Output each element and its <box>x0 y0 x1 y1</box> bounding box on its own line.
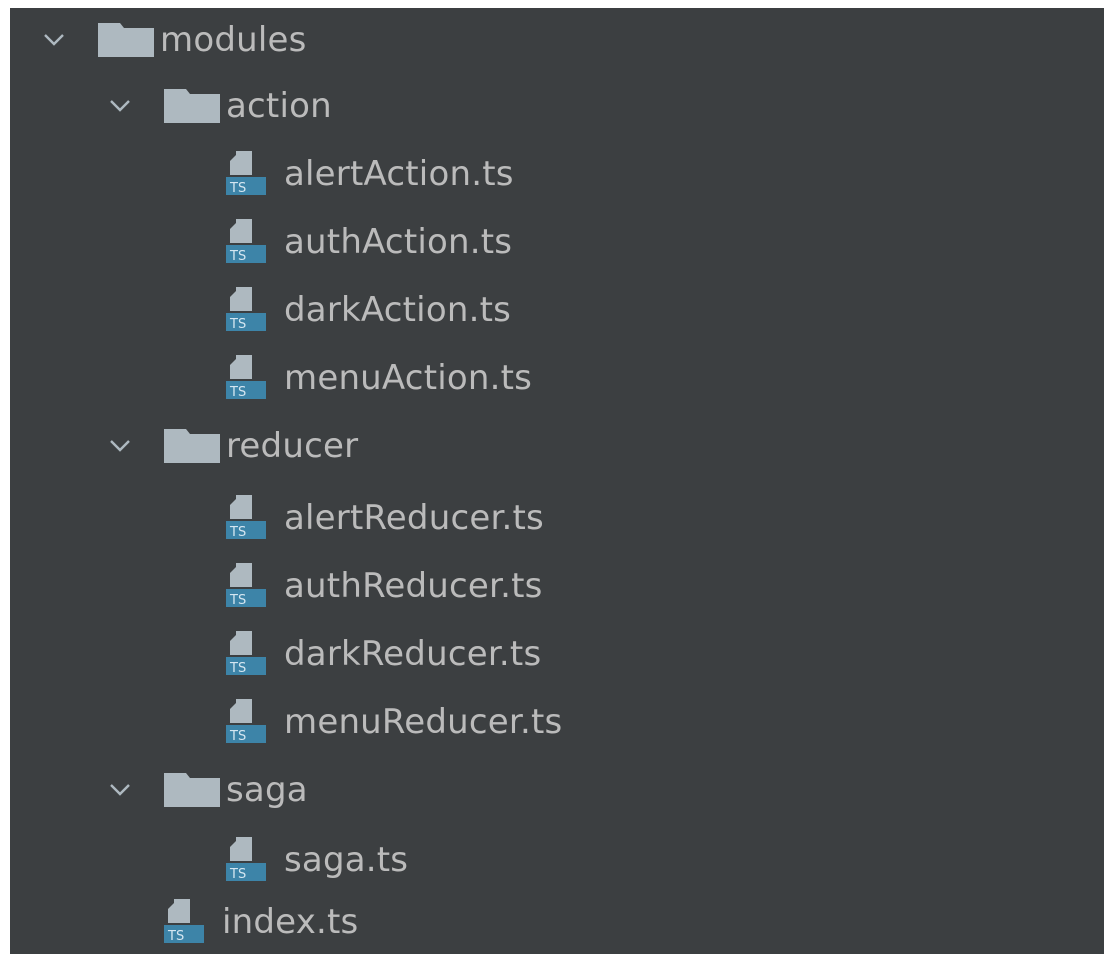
folder-icon <box>164 773 220 807</box>
typescript-file-icon: TS <box>226 495 266 540</box>
tree-row-file[interactable]: TS index.ts <box>10 892 1104 952</box>
tree-row-file[interactable]: TS saga.ts <box>10 830 1104 890</box>
tree-row-file[interactable]: TS alertAction.ts <box>10 144 1104 204</box>
tree-item-label: darkAction.ts <box>284 290 512 330</box>
typescript-file-icon: TS <box>226 287 266 332</box>
folder-icon <box>164 89 220 123</box>
tree-row-action[interactable]: action <box>10 76 1104 136</box>
tree-row-reducer[interactable]: reducer <box>10 416 1104 476</box>
tree-item-label: authReducer.ts <box>284 566 543 606</box>
typescript-file-icon: TS <box>226 563 266 608</box>
tree-item-label: authAction.ts <box>284 222 513 262</box>
chevron-down-icon[interactable] <box>40 26 68 54</box>
tree-item-label: darkReducer.ts <box>284 634 542 674</box>
tree-item-label: modules <box>160 20 307 60</box>
tree-row-file[interactable]: TS menuAction.ts <box>10 348 1104 408</box>
tree-item-label: saga <box>226 770 308 810</box>
tree-item-label: menuAction.ts <box>284 358 533 398</box>
tree-row-file[interactable]: TS menuReducer.ts <box>10 692 1104 752</box>
tree-row-modules[interactable]: modules <box>10 10 1104 70</box>
tree-row-file[interactable]: TS darkAction.ts <box>10 280 1104 340</box>
chevron-down-icon[interactable] <box>106 432 134 460</box>
svg-text:TS: TS <box>229 729 246 744</box>
tree-row-file[interactable]: TS authReducer.ts <box>10 556 1104 616</box>
tree-row-saga[interactable]: saga <box>10 760 1104 820</box>
tree-item-label: menuReducer.ts <box>284 702 563 742</box>
svg-text:TS: TS <box>229 181 246 196</box>
svg-text:TS: TS <box>229 661 246 676</box>
svg-text:TS: TS <box>229 317 246 332</box>
tree-row-file[interactable]: TS authAction.ts <box>10 212 1104 272</box>
typescript-file-icon: TS <box>226 631 266 676</box>
tree-item-label: index.ts <box>222 902 359 942</box>
svg-text:TS: TS <box>167 929 184 944</box>
svg-text:TS: TS <box>229 593 246 608</box>
typescript-file-icon: TS <box>226 355 266 400</box>
project-tree-panel: modules action TS alertAction.ts TS auth… <box>10 8 1104 954</box>
typescript-file-icon: TS <box>226 151 266 196</box>
typescript-file-icon: TS <box>164 899 204 944</box>
tree-row-file[interactable]: TS darkReducer.ts <box>10 624 1104 684</box>
chevron-down-icon[interactable] <box>106 92 134 120</box>
tree-item-label: reducer <box>226 426 359 466</box>
svg-text:TS: TS <box>229 385 246 400</box>
typescript-file-icon: TS <box>226 699 266 744</box>
svg-text:TS: TS <box>229 525 246 540</box>
folder-icon <box>98 23 154 57</box>
svg-text:TS: TS <box>229 867 246 882</box>
tree-item-label: action <box>226 86 332 126</box>
chevron-down-icon[interactable] <box>106 776 134 804</box>
typescript-file-icon: TS <box>226 219 266 264</box>
tree-row-file[interactable]: TS alertReducer.ts <box>10 488 1104 548</box>
typescript-file-icon: TS <box>226 837 266 882</box>
tree-item-label: saga.ts <box>284 840 409 880</box>
folder-icon <box>164 429 220 463</box>
tree-item-label: alertAction.ts <box>284 154 514 194</box>
tree-item-label: alertReducer.ts <box>284 498 544 538</box>
svg-text:TS: TS <box>229 249 246 264</box>
